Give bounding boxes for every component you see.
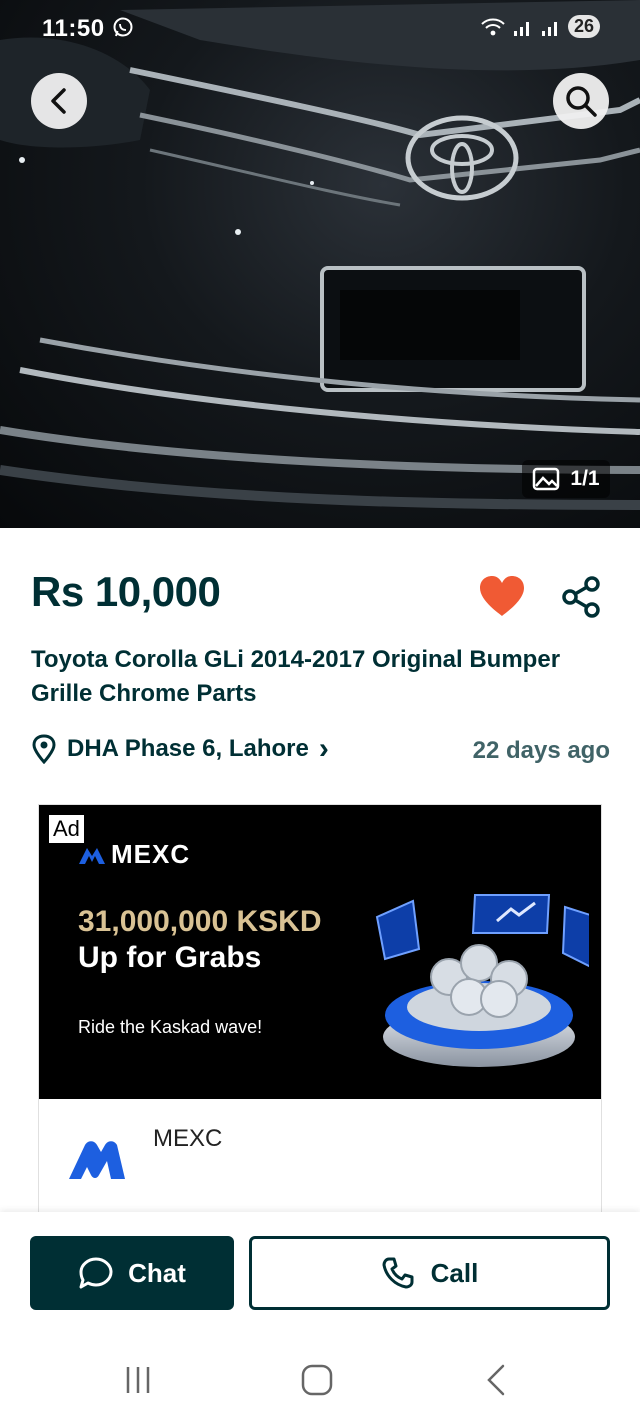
listing-price: Rs 10,000 xyxy=(31,568,221,615)
favorite-button[interactable] xyxy=(478,574,526,620)
heart-icon xyxy=(480,576,524,616)
signal-icon-2 xyxy=(541,21,557,36)
phone-icon xyxy=(382,1257,414,1289)
home-icon xyxy=(301,1364,333,1396)
search-icon xyxy=(566,86,597,117)
status-time: 11:50 xyxy=(42,15,105,42)
chevron-right-icon: › xyxy=(318,732,329,765)
recent-apps-icon xyxy=(126,1367,150,1393)
chat-bubble-icon xyxy=(79,1257,113,1289)
posted-time: 22 days ago xyxy=(472,737,610,764)
ad-advertiser-name: MEXC xyxy=(153,1125,223,1152)
status-icons: 26 xyxy=(480,15,600,38)
image-counter: 1/1 xyxy=(522,460,610,498)
mexc-footer-logo-icon xyxy=(69,1141,125,1179)
listing-image[interactable]: 11:50 26 1/1 xyxy=(0,0,640,528)
share-icon xyxy=(562,576,600,618)
system-back-icon xyxy=(487,1364,505,1396)
image-counter-text: 1/1 xyxy=(570,467,600,490)
whatsapp-notification-icon xyxy=(113,17,133,37)
gallery-icon xyxy=(533,467,560,491)
action-bar: Chat Call xyxy=(0,1212,640,1332)
ad-card[interactable]: Ad MEXC 31,000,000 KSKD Up for Grabs Rid… xyxy=(38,804,602,1224)
ad-tagline: Ride the Kaskad wave! xyxy=(78,1017,263,1037)
signal-icon xyxy=(513,21,529,36)
wifi-icon xyxy=(481,18,505,35)
back-arrow-icon xyxy=(51,88,66,114)
coin-platform-illustration xyxy=(375,894,589,1067)
system-nav-bar xyxy=(0,1332,640,1422)
battery-level: 26 xyxy=(567,15,600,38)
location-text: DHA Phase 6, Lahore xyxy=(67,735,309,762)
chat-button[interactable]: Chat xyxy=(30,1236,234,1310)
system-back-button[interactable] xyxy=(476,1360,516,1400)
mexc-logo-icon xyxy=(79,847,105,864)
chat-label: Chat xyxy=(128,1257,186,1288)
call-label: Call xyxy=(430,1257,479,1288)
home-button[interactable] xyxy=(297,1360,337,1400)
status-bar: 11:50 26 xyxy=(0,0,640,56)
ad-banner[interactable]: Ad MEXC 31,000,000 KSKD Up for Grabs Rid… xyxy=(39,805,601,1099)
listing-location[interactable]: DHA Phase 6, Lahore › xyxy=(31,734,329,764)
recent-apps-button[interactable] xyxy=(118,1360,158,1400)
mexc-logo: MEXC xyxy=(77,839,190,870)
search-button[interactable] xyxy=(553,73,609,129)
share-button[interactable] xyxy=(558,574,604,620)
car-grille-photo xyxy=(0,0,640,510)
mexc-brand-text: MEXC xyxy=(111,839,191,869)
ad-subheadline: Up for Grabs xyxy=(78,941,262,974)
call-button[interactable]: Call xyxy=(249,1236,610,1310)
ad-headline: 31,000,000 KSKD xyxy=(78,905,322,938)
location-pin-icon xyxy=(32,734,56,764)
listing-title: Toyota Corolla GLi 2014-2017 Original Bu… xyxy=(31,646,561,707)
back-button[interactable] xyxy=(31,73,87,129)
